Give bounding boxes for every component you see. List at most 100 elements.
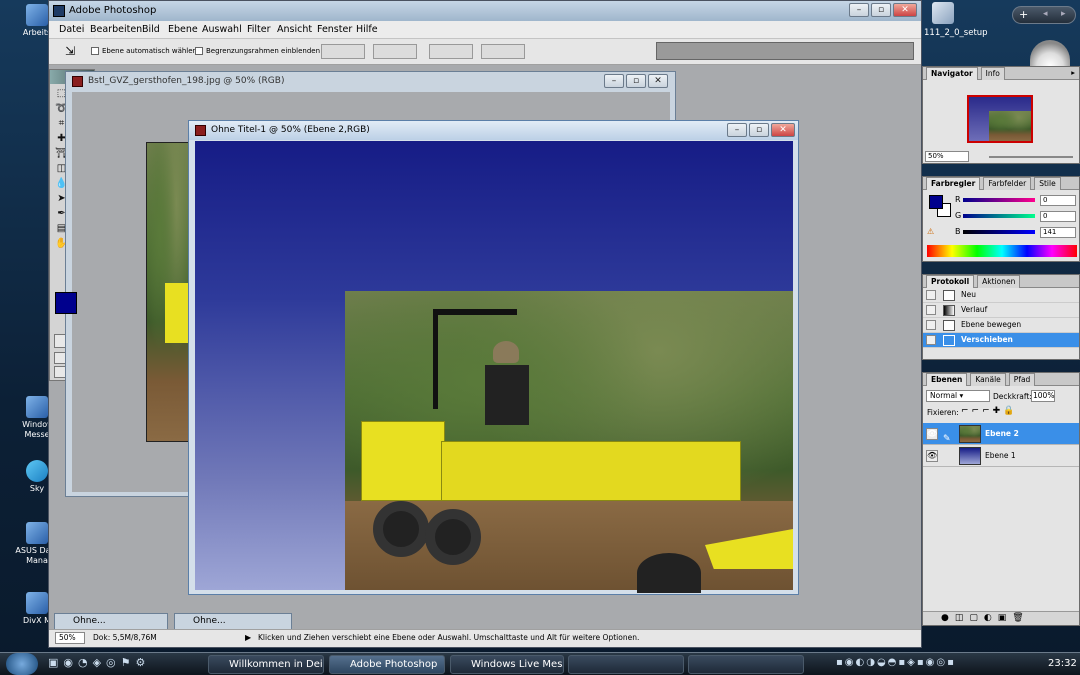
document-window-2[interactable]: Ohne Titel-1 @ 50% (Ebene 2,RGB) – ▫ ✕ xyxy=(188,120,799,595)
history-item-verlauf[interactable]: Verlauf xyxy=(923,303,1079,318)
system-tray-icons[interactable]: ▪◉◐◑◒◓▪◈▪◉◎▪ xyxy=(836,657,956,668)
history-item-verschieben[interactable]: Verschieben xyxy=(923,333,1079,348)
tab-farbregler[interactable]: Farbregler xyxy=(926,177,981,190)
doc-size[interactable]: Dok: 5,5M/8,76M xyxy=(93,630,157,646)
history-tabs: Protokoll Aktionen xyxy=(923,275,1079,288)
navigator-zoom-field[interactable]: 50% xyxy=(925,151,969,162)
clock[interactable]: 23:32 xyxy=(1048,658,1077,669)
wheel-1 xyxy=(373,501,429,557)
history-snapshot-box[interactable] xyxy=(926,305,936,315)
navigator-thumbnail[interactable] xyxy=(967,95,1033,143)
document-1-canvas[interactable] xyxy=(146,142,191,442)
tab-navigator[interactable]: Navigator xyxy=(926,67,978,80)
opacity-field[interactable]: 100% xyxy=(1031,390,1055,402)
close-button[interactable]: ✕ xyxy=(893,3,917,17)
document-2-canvas[interactable] xyxy=(195,141,793,593)
menu-ansicht[interactable]: Ansicht xyxy=(277,24,312,35)
tab-protokoll[interactable]: Protokoll xyxy=(926,275,975,288)
doc2-maximize-button[interactable]: ▫ xyxy=(749,123,769,137)
layer-row-ebene-1[interactable]: 👁 Ebene 1 xyxy=(923,445,1079,467)
minimized-doc-1[interactable]: Ohne... xyxy=(54,613,168,630)
setup-file-icon[interactable] xyxy=(932,2,954,24)
navigator-zoom-slider[interactable] xyxy=(989,156,1073,158)
history-label: Neu xyxy=(961,290,976,299)
menu-filter[interactable]: Filter xyxy=(247,24,271,35)
zoom-field[interactable]: 50% xyxy=(55,632,85,644)
layer-row-ebene-2[interactable]: 👁 ✎ Ebene 2 xyxy=(923,423,1079,445)
color-spectrum-bar[interactable] xyxy=(927,245,1077,257)
doc1-minimize-button[interactable]: – xyxy=(604,74,624,88)
menu-auswahl[interactable]: Auswahl xyxy=(202,24,242,35)
prev-icon[interactable]: ◂ xyxy=(1043,9,1048,19)
palette-well[interactable] xyxy=(656,42,914,60)
menu-bearbeiten[interactable]: Bearbeiten xyxy=(90,24,142,35)
r-slider[interactable] xyxy=(963,198,1035,202)
add-gadget-icon[interactable]: + xyxy=(1019,8,1028,21)
doc2-close-button[interactable]: ✕ xyxy=(771,123,795,137)
history-item-ebene-bewegen[interactable]: Ebene bewegen xyxy=(923,318,1079,333)
bounding-box-checkbox[interactable] xyxy=(195,47,203,55)
history-snapshot-box[interactable] xyxy=(926,290,936,300)
minimize-button[interactable]: – xyxy=(849,3,869,17)
tab-info[interactable]: Info xyxy=(980,67,1005,80)
b-slider[interactable] xyxy=(963,230,1035,234)
doc1-maximize-button[interactable]: ▫ xyxy=(626,74,646,88)
tab-farbfelder[interactable]: Farbfelder xyxy=(983,177,1032,190)
menu-hilfe[interactable]: Hilfe xyxy=(356,24,378,35)
visibility-eye-icon[interactable]: 👁 xyxy=(926,428,938,440)
auto-select-label: Ebene automatisch wählen xyxy=(102,47,197,55)
foreground-color-swatch[interactable] xyxy=(55,292,77,314)
doc1-close-button[interactable]: ✕ xyxy=(648,74,668,88)
align-vertical-buttons[interactable] xyxy=(321,44,365,59)
g-slider[interactable] xyxy=(963,214,1035,218)
layer-action-buttons[interactable]: ●◫▢◐▣🗑 xyxy=(923,611,1079,625)
lock-icons[interactable]: ⌐⌐⌐✚🔒 xyxy=(961,406,1017,416)
layer-2-photo[interactable] xyxy=(345,291,793,593)
menu-datei[interactable]: Datei xyxy=(59,24,84,35)
tab-aktionen[interactable]: Aktionen xyxy=(977,275,1021,288)
status-arrow-icon[interactable]: ▶ xyxy=(245,630,251,646)
sidebar-gadget-controls[interactable]: + ◂ ▸ xyxy=(1012,6,1076,24)
bounding-box-option[interactable]: Begrenzungsrahmen einblenden xyxy=(195,47,320,55)
start-button[interactable] xyxy=(6,653,38,675)
tab-kanaele[interactable]: Kanäle xyxy=(970,373,1006,386)
bounding-box-label: Begrenzungsrahmen einblenden xyxy=(206,47,321,55)
history-label: Ebene bewegen xyxy=(961,320,1022,329)
r-value[interactable]: 0 xyxy=(1040,195,1076,206)
blend-mode-select[interactable]: Normal ▾ xyxy=(926,390,990,402)
auto-select-option[interactable]: Ebene automatisch wählen xyxy=(91,47,197,55)
next-icon[interactable]: ▸ xyxy=(1061,9,1066,19)
b-value[interactable]: 141 xyxy=(1040,227,1076,238)
maximize-button[interactable]: ▫ xyxy=(871,3,891,17)
visibility-eye-icon[interactable]: 👁 xyxy=(926,450,938,462)
doc2-minimize-button[interactable]: – xyxy=(727,123,747,137)
tab-pfad[interactable]: Pfad xyxy=(1008,373,1036,386)
distribute-horizontal-buttons[interactable] xyxy=(481,44,525,59)
color-fg-swatch[interactable] xyxy=(929,195,943,209)
history-snapshot-box[interactable] xyxy=(926,335,936,345)
g-label: G xyxy=(955,211,962,220)
desktop-icon-label: Sky xyxy=(29,484,45,493)
tab-stile[interactable]: Stile xyxy=(1034,177,1061,190)
history-snapshot-box[interactable] xyxy=(926,320,936,330)
auto-select-checkbox[interactable] xyxy=(91,47,99,55)
panel-menu-icon[interactable]: ▸ xyxy=(1071,67,1075,79)
layers-tabs: Ebenen Kanäle Pfad xyxy=(923,373,1079,386)
taskbar-button-messenger[interactable]: Windows Live Mess... xyxy=(450,655,564,674)
history-item-neu[interactable]: Neu xyxy=(923,288,1079,303)
status-bar: 50% Dok: 5,5M/8,76M ▶ Klicken und Ziehen… xyxy=(49,629,921,647)
menu-fenster[interactable]: Fenster xyxy=(317,24,352,35)
taskbar-button-5[interactable] xyxy=(688,655,804,674)
taskbar-button-4[interactable] xyxy=(568,655,684,674)
g-value[interactable]: 0 xyxy=(1040,211,1076,222)
menu-bild[interactable]: Bild xyxy=(142,24,160,35)
move-tool-icon[interactable]: ⇲ xyxy=(65,44,75,58)
menu-ebene[interactable]: Ebene xyxy=(168,24,198,35)
distribute-vertical-buttons[interactable] xyxy=(429,44,473,59)
align-horizontal-buttons[interactable] xyxy=(373,44,417,59)
tab-ebenen[interactable]: Ebenen xyxy=(926,373,968,386)
minimized-doc-2[interactable]: Ohne... xyxy=(174,613,292,630)
taskbar-button-browser[interactable]: Willkommen in Dei... xyxy=(208,655,324,674)
taskbar-button-photoshop[interactable]: Adobe Photoshop xyxy=(329,655,445,674)
quicklaunch-icons[interactable]: ▣◉◔◈◎⚑⚙ xyxy=(48,656,150,669)
